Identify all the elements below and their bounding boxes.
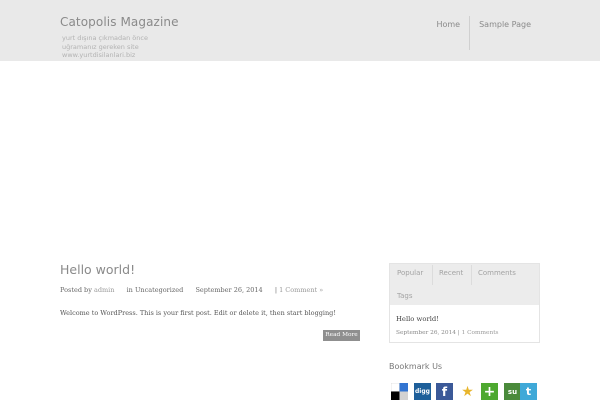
post-date: September 26, 2014 [195,286,263,294]
tab-recent[interactable]: Recent [439,269,463,277]
nav-home[interactable]: Home [427,16,469,50]
popular-post-title[interactable]: Hello world! [396,315,439,323]
main-nav: Home Sample Page [427,16,540,50]
twitter-icon[interactable]: t [520,383,537,400]
post-title[interactable]: Hello world! [60,262,135,277]
popular-post-separator: | [457,330,460,336]
add-icon[interactable]: + [481,383,498,400]
digg-icon[interactable]: digg [414,383,431,400]
favorite-star-icon[interactable]: ★ [459,383,476,400]
stumbleupon-icon[interactable]: su [504,383,521,400]
post-category-link[interactable]: Uncategorized [135,286,183,294]
widget-tabs: Popular Recent Comments Tags [390,264,539,305]
site-title[interactable]: Catopolis Magazine [60,15,179,29]
facebook-icon[interactable]: f [436,383,453,400]
nav-sample-page[interactable]: Sample Page [469,16,540,50]
popular-post-date: September 26, 2014 [396,330,456,336]
site-description: yurt dışına çıkmadan önce uğramanız gere… [62,34,148,59]
tab-comments[interactable]: Comments [478,269,516,277]
popular-post-comments[interactable]: 1 Comments [462,330,499,336]
tabbed-widget: Popular Recent Comments Tags Hello world… [389,263,540,343]
read-more-button[interactable]: Read More [323,330,360,341]
tab-tags[interactable]: Tags [397,292,413,300]
tab-popular[interactable]: Popular [397,269,423,277]
posted-by-label: Posted by [60,286,92,294]
bookmark-title: Bookmark Us [389,362,443,371]
post-excerpt: Welcome to WordPress. This is your first… [60,309,336,317]
meta-separator: | [274,286,278,294]
post-comments-link[interactable]: 1 Comment » [279,286,323,294]
site-header: Catopolis Magazine yurt dışına çıkmadan … [0,0,600,61]
popular-post-meta: September 26, 2014 | 1 Comments [396,330,499,336]
post-author-link[interactable]: admin [94,286,114,294]
delicious-icon[interactable] [391,383,408,400]
post-meta: Posted by admin in Uncategorized Septemb… [60,286,323,294]
in-label: in [126,286,133,294]
